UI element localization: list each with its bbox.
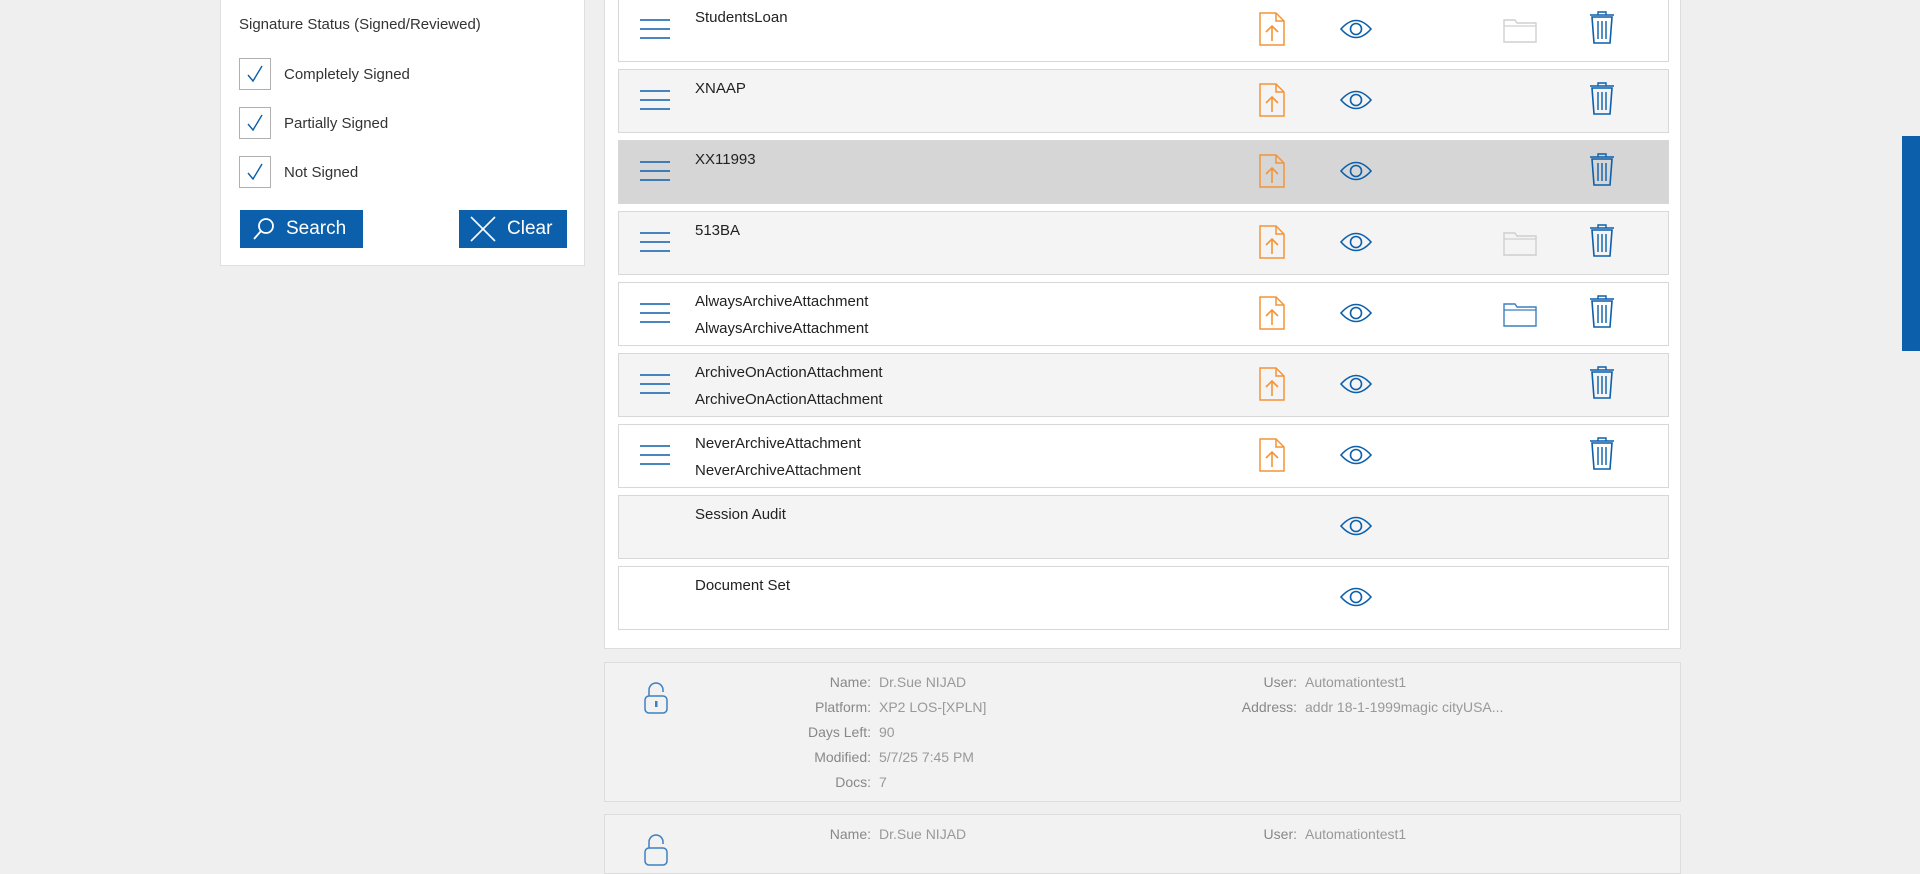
- file-upload-icon[interactable]: [1259, 154, 1285, 193]
- check-icon: [247, 163, 263, 181]
- folder-icon: [1503, 230, 1537, 261]
- document-name: XX11993: [695, 151, 756, 168]
- document-row[interactable]: 513BA: [618, 211, 1669, 275]
- document-name: ArchiveOnActionAttachment: [695, 364, 883, 381]
- hamburger-icon[interactable]: [639, 444, 671, 466]
- file-upload-icon[interactable]: [1259, 12, 1285, 51]
- checkbox-completely-signed[interactable]: Completely Signed: [239, 57, 410, 91]
- document-row[interactable]: XX11993: [618, 140, 1669, 204]
- file-upload-icon[interactable]: [1259, 83, 1285, 122]
- field-value: XP2 LOS-[XPLN]: [879, 699, 987, 715]
- field-label: Docs:: [835, 774, 871, 790]
- document-row[interactable]: StudentsLoan: [618, 0, 1669, 62]
- field-label: Name:: [829, 826, 871, 842]
- clear-button-label: Clear: [507, 218, 553, 239]
- folder-icon[interactable]: [1503, 301, 1537, 332]
- checkbox-label: Partially Signed: [284, 114, 389, 132]
- document-name: AlwaysArchiveAttachment: [695, 293, 869, 310]
- document-name: Document Set: [695, 577, 791, 594]
- documents-list: StudentsLoan XNAAP XX11993 513BA AlwaysArchi…: [604, 0, 1681, 649]
- checkbox-label: Not Signed: [284, 163, 359, 181]
- field-value: 90: [879, 724, 895, 740]
- field-value: Dr.Sue NIJAD: [879, 674, 967, 690]
- trash-icon[interactable]: [1589, 365, 1615, 404]
- document-subtitle: NeverArchiveAttachment: [695, 462, 861, 479]
- search-button-label: Search: [286, 218, 347, 239]
- file-upload-icon[interactable]: [1259, 296, 1285, 335]
- eye-icon[interactable]: [1339, 18, 1373, 45]
- field-value: Dr.Sue NIJAD: [879, 826, 967, 842]
- lock-icon[interactable]: [643, 833, 669, 867]
- field-value: 5/7/25 7:45 PM: [879, 749, 974, 765]
- field-value: Automationtest1: [1305, 826, 1407, 842]
- eye-icon[interactable]: [1339, 586, 1373, 613]
- hamburger-icon[interactable]: [639, 373, 671, 395]
- eye-icon[interactable]: [1339, 444, 1373, 471]
- eye-icon[interactable]: [1339, 302, 1373, 329]
- checkbox-box[interactable]: [239, 156, 271, 188]
- signature-filter-panel: Signature Status (Signed/Reviewed) Compl…: [220, 0, 585, 266]
- field-value: Automationtest1: [1305, 674, 1407, 690]
- trash-icon[interactable]: [1589, 81, 1615, 120]
- eye-icon[interactable]: [1339, 231, 1373, 258]
- checkbox-label: Completely Signed: [284, 65, 410, 83]
- document-name: XNAAP: [695, 80, 746, 97]
- search-icon: [253, 218, 274, 240]
- eye-icon[interactable]: [1339, 373, 1373, 400]
- field-label: Platform:: [814, 699, 871, 715]
- trash-icon[interactable]: [1589, 223, 1615, 262]
- file-upload-icon[interactable]: [1259, 367, 1285, 406]
- checkbox-partially-signed[interactable]: Partially Signed: [239, 106, 388, 140]
- document-name: StudentsLoan: [695, 9, 788, 26]
- package-panel[interactable]: Name: Dr.Sue NIJAD User: Automationtest1: [604, 814, 1681, 874]
- eye-icon[interactable]: [1339, 515, 1373, 542]
- hamburger-icon[interactable]: [639, 89, 671, 111]
- clear-button[interactable]: Clear: [459, 210, 567, 248]
- field-label: Address:: [1241, 699, 1297, 715]
- trash-icon[interactable]: [1589, 436, 1615, 475]
- folder-icon: [1503, 17, 1537, 48]
- hamburger-icon[interactable]: [639, 231, 671, 253]
- document-subtitle: AlwaysArchiveAttachment: [695, 320, 869, 337]
- lock-icon[interactable]: [643, 681, 669, 715]
- trash-icon[interactable]: [1589, 294, 1615, 333]
- eye-icon[interactable]: [1339, 160, 1373, 187]
- eye-icon[interactable]: [1339, 89, 1373, 116]
- file-upload-icon[interactable]: [1259, 438, 1285, 477]
- field-value: 7: [879, 774, 887, 790]
- field-label: User:: [1263, 826, 1297, 842]
- field-label: Modified:: [814, 749, 871, 765]
- checkbox-box[interactable]: [239, 107, 271, 139]
- field-value: addr 18-1-1999magic cityUSA...: [1305, 699, 1504, 715]
- checkbox-box[interactable]: [239, 58, 271, 90]
- document-name: Session Audit: [695, 506, 786, 523]
- hamburger-icon[interactable]: [639, 302, 671, 324]
- package-panel[interactable]: Name: Dr.Sue NIJAD Platform: XP2 LOS-[XP…: [604, 662, 1681, 802]
- document-row[interactable]: ArchiveOnActionAttachment ArchiveOnAction…: [618, 353, 1669, 417]
- field-label: Name:: [829, 674, 871, 690]
- document-row[interactable]: Document Set: [618, 566, 1669, 630]
- document-row[interactable]: Session Audit: [618, 495, 1669, 559]
- document-row[interactable]: AlwaysArchiveAttachment AlwaysArchiveAtta…: [618, 282, 1669, 346]
- side-panel-tab[interactable]: [1902, 136, 1920, 351]
- document-name: NeverArchiveAttachment: [695, 435, 861, 452]
- checkbox-not-signed[interactable]: Not Signed: [239, 155, 358, 189]
- hamburger-icon[interactable]: [639, 160, 671, 182]
- hamburger-icon[interactable]: [639, 18, 671, 40]
- check-icon: [247, 114, 263, 132]
- document-subtitle: ArchiveOnActionAttachment: [695, 391, 883, 408]
- document-row[interactable]: XNAAP: [618, 69, 1669, 133]
- check-icon: [247, 65, 263, 83]
- field-label: User:: [1263, 674, 1297, 690]
- field-label: Days Left:: [807, 724, 871, 740]
- document-row[interactable]: NeverArchiveAttachment NeverArchiveAttach…: [618, 424, 1669, 488]
- trash-icon[interactable]: [1589, 152, 1615, 191]
- filter-title: Signature Status (Signed/Reviewed): [239, 16, 481, 33]
- close-icon: [470, 216, 496, 242]
- document-name: 513BA: [695, 222, 741, 239]
- trash-icon[interactable]: [1589, 10, 1615, 49]
- search-button[interactable]: Search: [240, 210, 363, 248]
- file-upload-icon[interactable]: [1259, 225, 1285, 264]
